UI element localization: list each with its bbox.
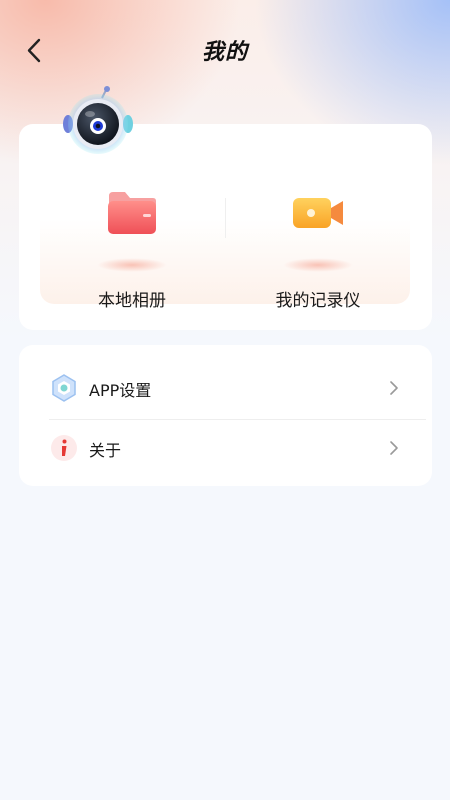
- settings-menu-card: APP设置 关于: [19, 345, 432, 486]
- chevron-right-icon: [390, 381, 398, 395]
- page-title: 我的: [201, 40, 248, 65]
- menu-item-label: APP设置: [89, 381, 152, 400]
- robot-camera-icon: [60, 84, 136, 160]
- folder-icon: [108, 192, 156, 234]
- top-bar: 我的: [0, 28, 450, 74]
- local-album-button[interactable]: 本地相册: [47, 190, 217, 311]
- menu-item-app-settings[interactable]: APP设置: [19, 359, 432, 419]
- video-camera-icon: [293, 198, 343, 228]
- local-album-label: 本地相册: [98, 291, 166, 311]
- settings-hexagon-icon: [52, 374, 76, 402]
- chevron-right-icon: [390, 441, 398, 455]
- menu-item-label: 关于: [89, 441, 122, 460]
- my-recorder-button[interactable]: 我的记录仪: [233, 190, 403, 311]
- feature-divider: [225, 198, 226, 238]
- my-recorder-label: 我的记录仪: [275, 291, 361, 311]
- info-icon: [51, 435, 77, 461]
- quick-access-panel: 本地相册 我的记录仪: [40, 150, 410, 311]
- camera-icon-shadow: [283, 258, 353, 272]
- folder-icon-shadow: [97, 258, 167, 272]
- menu-item-about[interactable]: 关于: [19, 419, 432, 479]
